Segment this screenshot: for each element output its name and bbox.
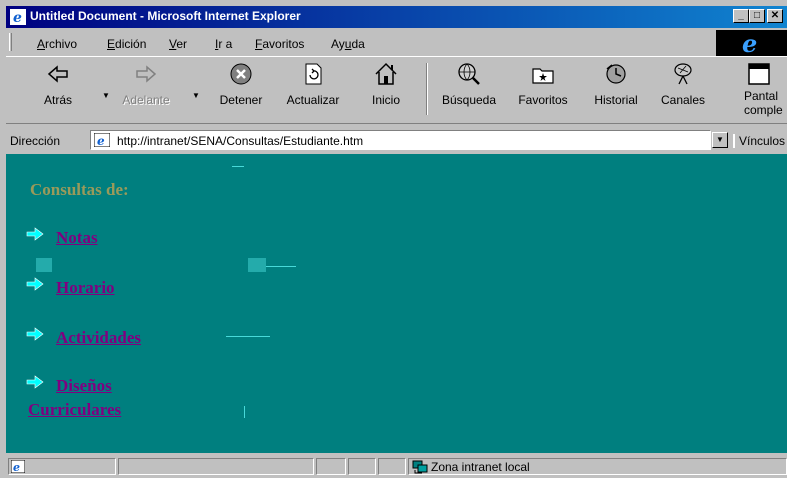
arrow-bullet-icon xyxy=(26,227,44,241)
address-label: Dirección xyxy=(10,134,61,148)
menu-ayuda[interactable]: Ayuda xyxy=(331,37,365,51)
history-button[interactable]: Historial xyxy=(588,61,644,121)
link-notas[interactable]: Notas xyxy=(56,228,98,248)
status-panel-main: e xyxy=(8,458,116,475)
title-bar[interactable]: e Untitled Document - Microsoft Internet… xyxy=(6,6,787,28)
search-button[interactable]: Búsqueda xyxy=(436,61,502,121)
address-input[interactable]: e http://intranet/SENA/Consultas/Estudia… xyxy=(90,130,711,150)
ie-e-icon: e xyxy=(742,29,758,58)
history-icon xyxy=(606,64,626,84)
page-content: Consultas de: Notas Horario Actividades … xyxy=(6,154,787,453)
menu-favoritos[interactable]: Favoritos xyxy=(255,37,304,51)
menu-edicion[interactable]: Edición xyxy=(107,37,146,51)
svg-text:e: e xyxy=(13,10,22,25)
ie-window-icon: e xyxy=(10,9,26,25)
ie-throbber-logo: e xyxy=(716,29,787,58)
back-dropdown-icon[interactable]: ▼ xyxy=(102,91,110,100)
svg-text:e: e xyxy=(13,461,20,473)
status-bar: e Zona intranet local xyxy=(6,455,787,478)
standard-toolbar: Atrás ▼ Adelante ▼ Detener Actualizar In… xyxy=(6,56,787,124)
stop-icon xyxy=(230,63,252,85)
menu-ver[interactable]: Ver xyxy=(169,37,187,51)
arrow-bullet-icon xyxy=(26,327,44,341)
consultas-heading: Consultas de: xyxy=(30,180,129,199)
refresh-icon xyxy=(305,63,322,85)
render-artifact xyxy=(36,258,52,272)
window-title: Untitled Document - Microsoft Internet E… xyxy=(30,9,301,23)
channels-button[interactable]: Canales xyxy=(658,61,708,121)
address-url: http://intranet/SENA/Consultas/Estudiant… xyxy=(117,134,364,148)
forward-dropdown-icon[interactable]: ▼ xyxy=(192,91,200,100)
security-zone-text: Zona intranet local xyxy=(431,460,530,474)
menu-archivo[interactable]: Archivo xyxy=(37,37,77,51)
channels-satellite-icon xyxy=(674,63,692,85)
render-artifact xyxy=(226,336,270,337)
search-globe-icon xyxy=(458,63,480,85)
maximize-button[interactable]: □ xyxy=(749,9,765,23)
refresh-button[interactable]: Actualizar xyxy=(280,61,346,121)
back-arrow-icon xyxy=(47,65,68,83)
links-button[interactable]: Vínculos xyxy=(733,134,785,148)
status-panel-empty xyxy=(348,458,376,475)
close-button[interactable]: ✕ xyxy=(767,9,783,23)
fullscreen-icon xyxy=(748,63,770,85)
arrow-bullet-icon xyxy=(26,375,44,389)
link-disenos-curriculares[interactable]: Diseños xyxy=(56,376,112,396)
minimize-button[interactable]: _ xyxy=(733,9,749,23)
status-panel-empty xyxy=(316,458,346,475)
link-disenos-curriculares-line2[interactable]: Curriculares xyxy=(28,400,121,420)
render-artifact xyxy=(266,266,296,267)
toolbar-separator xyxy=(426,63,428,115)
arrow-bullet-icon xyxy=(26,277,44,291)
favorites-folder-icon xyxy=(532,68,554,84)
home-icon xyxy=(375,62,397,85)
favorites-button[interactable]: Favoritos xyxy=(512,61,574,121)
stop-button[interactable]: Detener xyxy=(212,61,270,121)
status-panel-progress xyxy=(118,458,314,475)
home-button[interactable]: Inicio xyxy=(366,61,406,121)
page-ie-icon: e xyxy=(94,133,110,147)
status-panel-zone: Zona intranet local xyxy=(408,458,787,475)
address-dropdown-icon[interactable]: ▼ xyxy=(712,132,728,148)
link-actividades[interactable]: Actividades xyxy=(56,328,141,348)
link-horario[interactable]: Horario xyxy=(56,278,115,298)
forward-button[interactable]: Adelante xyxy=(118,61,174,121)
back-button[interactable]: Atrás xyxy=(38,61,78,121)
forward-arrow-icon xyxy=(136,65,157,83)
intranet-zone-icon xyxy=(412,460,428,474)
browser-window: e Untitled Document - Microsoft Internet… xyxy=(0,0,787,478)
render-artifact xyxy=(232,166,244,167)
render-artifact xyxy=(244,406,245,418)
svg-text:e: e xyxy=(97,134,105,147)
menu-ir-a[interactable]: Ir a xyxy=(215,37,232,51)
page-ie-icon: e xyxy=(11,460,25,473)
menu-bar: Archivo Edición Ver Ir a Favoritos Ayuda… xyxy=(6,29,787,58)
status-panel-empty xyxy=(378,458,406,475)
address-bar: Dirección e http://intranet/SENA/Consult… xyxy=(6,128,787,152)
fullscreen-button[interactable]: Pantal comple xyxy=(734,61,784,121)
menu-grip[interactable] xyxy=(9,33,12,51)
render-artifact xyxy=(248,258,266,272)
